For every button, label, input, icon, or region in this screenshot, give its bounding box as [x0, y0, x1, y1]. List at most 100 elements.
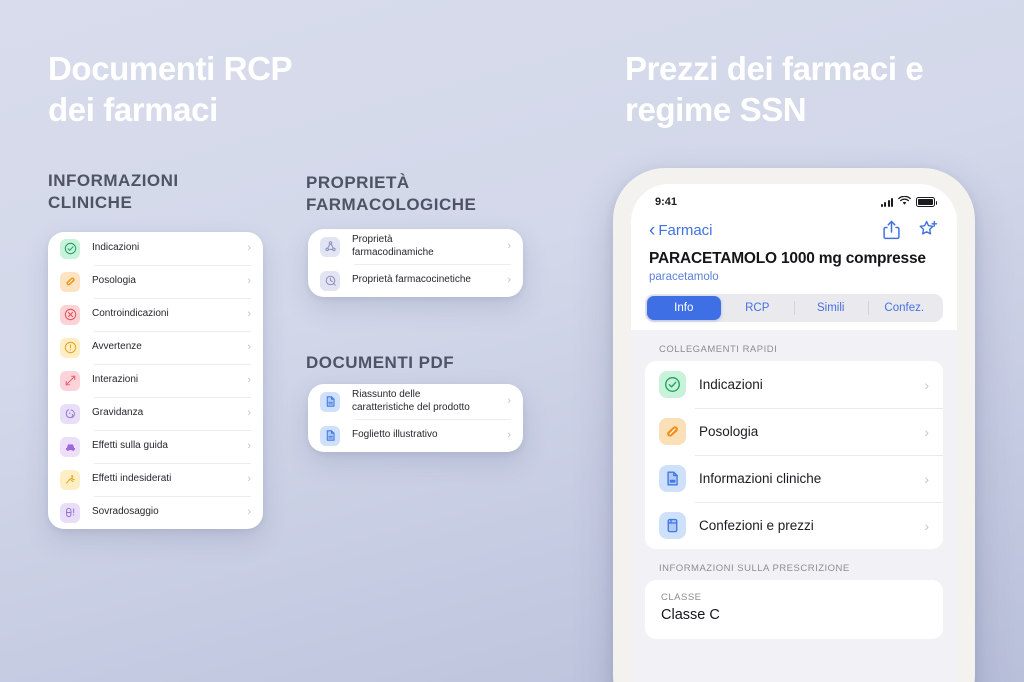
- quick-link-row[interactable]: Indicazioni ›: [645, 361, 943, 408]
- drug-subtitle[interactable]: paracetamolo: [631, 268, 957, 283]
- kinetics-icon: [320, 270, 340, 291]
- warning-icon: [60, 337, 80, 358]
- quick-link-label: Posologia: [699, 424, 759, 439]
- section-label-clinical: INFORMAZIONI CLINICHE: [48, 171, 179, 212]
- status-bar: 9:41: [631, 184, 957, 214]
- list-item-label: Posologia: [92, 275, 136, 287]
- chevron-right-icon: ›: [247, 473, 251, 485]
- document-rcp-icon: [659, 465, 686, 492]
- chevron-right-icon: ›: [507, 395, 511, 407]
- chevron-right-icon: ›: [247, 341, 251, 353]
- list-item-label: Proprietà farmacocinetiche: [352, 274, 471, 286]
- list-item[interactable]: Sovradosaggio ›: [60, 496, 251, 529]
- list-item[interactable]: Proprietà farmacodinamiche ›: [320, 229, 511, 264]
- nav-bar: ‹ Farmaci: [631, 214, 957, 244]
- list-item-label: Avvertenze: [92, 341, 142, 353]
- section-label-pdf: DOCUMENTI PDF: [306, 353, 455, 372]
- prescription-header: INFORMAZIONI SULLA PRESCRIZIONE: [659, 563, 850, 574]
- chevron-left-icon: ‹: [649, 219, 656, 241]
- pregnancy-icon: [60, 403, 80, 424]
- list-item[interactable]: Avvertenze ›: [60, 331, 251, 364]
- list-item-label: Proprietà farmacodinamiche: [352, 234, 434, 258]
- wifi-icon: [898, 195, 911, 209]
- person-fall-icon: [60, 469, 80, 490]
- star-plus-icon[interactable]: [918, 220, 939, 240]
- box-icon: [659, 512, 686, 539]
- chevron-right-icon: ›: [247, 407, 251, 419]
- chevron-right-icon: ›: [247, 275, 251, 287]
- clinical-info-card: Indicazioni › Posologia › Controindicazioni ›…: [38, 224, 273, 539]
- x-circle-icon: [60, 304, 80, 325]
- drug-title: PARACETAMOLO 1000 mg compresse: [649, 250, 926, 267]
- list-item[interactable]: Proprietà farmacocinetiche ›: [320, 264, 511, 297]
- pill-icon: [60, 271, 80, 292]
- arrows-icon: [60, 370, 80, 391]
- quick-link-row[interactable]: Confezioni e prezzi ›: [645, 502, 943, 549]
- pill-alert-icon: [60, 502, 80, 523]
- list-item[interactable]: Effetti sulla guida ›: [60, 430, 251, 463]
- chevron-right-icon: ›: [247, 308, 251, 320]
- quick-link-label: Informazioni cliniche: [699, 471, 822, 486]
- list-item[interactable]: Interazioni ›: [60, 364, 251, 397]
- list-item[interactable]: Gravidanza ›: [60, 397, 251, 430]
- pharmacological-card: Proprietà farmacodinamiche › Proprietà farm…: [298, 221, 533, 307]
- list-item[interactable]: Posologia ›: [60, 265, 251, 298]
- chevron-right-icon: ›: [507, 429, 511, 441]
- list-item[interactable]: Effetti indesiderati ›: [60, 463, 251, 496]
- quick-link-row[interactable]: Informazioni cliniche ›: [645, 455, 943, 502]
- phone-mockup: 9:41 ‹ Farmaci PARACETAMOLO 1000 mg comp…: [613, 168, 975, 682]
- pharmacological-row-list: Proprietà farmacodinamiche › Proprietà farm…: [308, 229, 523, 297]
- quick-links-card: Indicazioni › Posologia › Informazioni clini…: [645, 361, 943, 549]
- back-label: Farmaci: [658, 221, 713, 239]
- status-time: 9:41: [655, 196, 678, 208]
- check-circle-icon: [659, 371, 686, 398]
- quick-links-header: COLLEGAMENTI RAPIDI: [659, 344, 778, 355]
- quick-link-label: Indicazioni: [699, 377, 763, 392]
- tab-info[interactable]: Info: [647, 296, 721, 320]
- chevron-right-icon: ›: [924, 470, 929, 487]
- chevron-right-icon: ›: [924, 376, 929, 393]
- list-item-label: Sovradosaggio: [92, 506, 159, 518]
- tab-confez[interactable]: Confez.: [867, 296, 942, 320]
- back-button[interactable]: ‹ Farmaci: [649, 221, 713, 240]
- chevron-right-icon: ›: [247, 506, 251, 518]
- segmented-control[interactable]: Info RCP Simili Confez.: [645, 294, 943, 322]
- list-item-label: Gravidanza: [92, 407, 144, 419]
- list-item[interactable]: Indicazioni ›: [60, 232, 251, 265]
- chevron-right-icon: ›: [924, 517, 929, 534]
- prescription-card: CLASSE Classe C: [645, 580, 943, 639]
- classe-label: CLASSE: [661, 592, 702, 603]
- chevron-right-icon: ›: [247, 374, 251, 386]
- list-item[interactable]: Controindicazioni ›: [60, 298, 251, 331]
- tab-rcp[interactable]: RCP: [721, 296, 795, 320]
- quick-link-row[interactable]: Posologia ›: [645, 408, 943, 455]
- classe-value: Classe C: [661, 607, 720, 623]
- poster-canvas: Documenti RCP dei farmaci Prezzi dei farm…: [0, 0, 1024, 682]
- clinical-row-list: Indicazioni › Posologia › Controindicazioni ›…: [48, 232, 263, 529]
- check-circle-icon: [60, 238, 80, 259]
- share-icon[interactable]: [883, 220, 900, 240]
- pdf-row-list: Riassunto delle caratteristiche del prodo…: [308, 384, 523, 452]
- section-label-pharmacological: PROPRIETÀ FARMACOLOGICHE: [306, 173, 477, 214]
- list-item-label: Effetti sulla guida: [92, 440, 168, 452]
- document-icon: [320, 391, 340, 412]
- list-item-label: Indicazioni: [92, 242, 140, 254]
- chevron-right-icon: ›: [507, 274, 511, 286]
- tab-simili[interactable]: Simili: [794, 296, 868, 320]
- list-item-label: Foglietto illustrativo: [352, 429, 438, 441]
- list-item[interactable]: Riassunto delle caratteristiche del prodo…: [320, 384, 511, 419]
- phone-screen: 9:41 ‹ Farmaci PARACETAMOLO 1000 mg comp…: [631, 184, 957, 682]
- document-icon: [320, 425, 340, 446]
- pdf-documents-card: Riassunto delle caratteristiche del prodo…: [298, 376, 533, 462]
- list-item-label: Interazioni: [92, 374, 139, 386]
- list-item[interactable]: Foglietto illustrativo ›: [320, 419, 511, 452]
- chevron-right-icon: ›: [507, 240, 511, 252]
- signal-icon: [880, 197, 893, 207]
- battery-icon: [916, 197, 937, 207]
- chevron-right-icon: ›: [247, 440, 251, 452]
- list-item-label: Effetti indesiderati: [92, 473, 172, 485]
- chevron-right-icon: ›: [247, 242, 251, 254]
- headline-right: Prezzi dei farmaci e regime SSN: [625, 50, 924, 128]
- molecule-icon: [320, 236, 340, 257]
- car-icon: [60, 436, 80, 457]
